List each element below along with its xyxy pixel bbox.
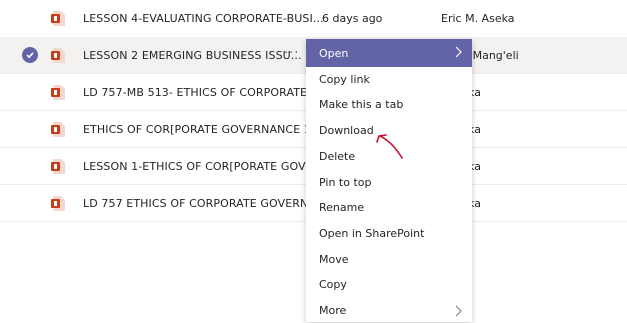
powerpoint-file-icon [51, 121, 65, 137]
menu-item-label: Download [319, 124, 374, 137]
chevron-right-icon [455, 305, 462, 317]
menu-item-label: Delete [319, 150, 356, 163]
menu-item-copy-link[interactable]: Copy link [306, 67, 472, 92]
powerpoint-file-icon [51, 11, 65, 26]
file-author: Eric M. Aseka [441, 12, 515, 25]
menu-item-delete[interactable]: Delete [306, 144, 472, 169]
powerpoint-file-icon [51, 84, 65, 100]
menu-item-open-in-sharepoint[interactable]: Open in SharePoint [306, 221, 472, 246]
file-modified: 6 days ago [322, 12, 383, 25]
menu-item-make-tab[interactable]: Make this a tab [306, 92, 472, 117]
powerpoint-file-icon [51, 47, 65, 63]
file-name[interactable]: LESSON 1-ETHICS OF COR[PORATE GOVER... [83, 160, 331, 173]
menu-item-open[interactable]: Open [306, 39, 472, 67]
menu-item-label: Move [319, 253, 349, 266]
menu-item-copy[interactable]: Copy [306, 272, 472, 297]
menu-item-download[interactable]: Download [306, 118, 472, 143]
file-row[interactable]: LESSON 4-EVALUATING CORPORATE-BUSI... 6 … [0, 0, 627, 38]
file-name[interactable]: LESSON 2 EMERGING BUSINESS ISSU... [83, 49, 302, 62]
menu-item-rename[interactable]: Rename [306, 195, 472, 220]
menu-item-label: Open [319, 46, 349, 60]
menu-item-label: Rename [319, 201, 365, 214]
menu-item-label: Copy link [319, 73, 370, 86]
file-name[interactable]: ETHICS OF COR[PORATE GOVERNANCE 1.p... [83, 123, 332, 136]
menu-item-label: Open in SharePoint [319, 227, 425, 240]
checkmark-circle-icon[interactable] [22, 47, 38, 63]
context-menu: Open Copy link Make this a tab Download … [306, 39, 472, 322]
menu-item-pin-to-top[interactable]: Pin to top [306, 170, 472, 195]
powerpoint-file-icon [51, 158, 65, 174]
menu-item-label: More [319, 304, 347, 317]
menu-item-more[interactable]: More [306, 298, 472, 323]
file-name[interactable]: LESSON 4-EVALUATING CORPORATE-BUSI... [83, 12, 324, 25]
file-name[interactable]: LD 757 ETHICS OF CORPORATE GOVERNA... [83, 197, 327, 210]
menu-item-label: Make this a tab [319, 98, 404, 111]
menu-item-label: Pin to top [319, 176, 372, 189]
menu-item-move[interactable]: Move [306, 247, 472, 272]
chevron-right-icon [455, 46, 462, 58]
menu-item-label: Copy [319, 278, 347, 291]
more-options-ellipsis[interactable]: ··· [284, 46, 299, 61]
powerpoint-file-icon [51, 195, 65, 211]
file-name[interactable]: LD 757-MB 513- ETHICS OF CORPORATE G... [83, 86, 330, 99]
